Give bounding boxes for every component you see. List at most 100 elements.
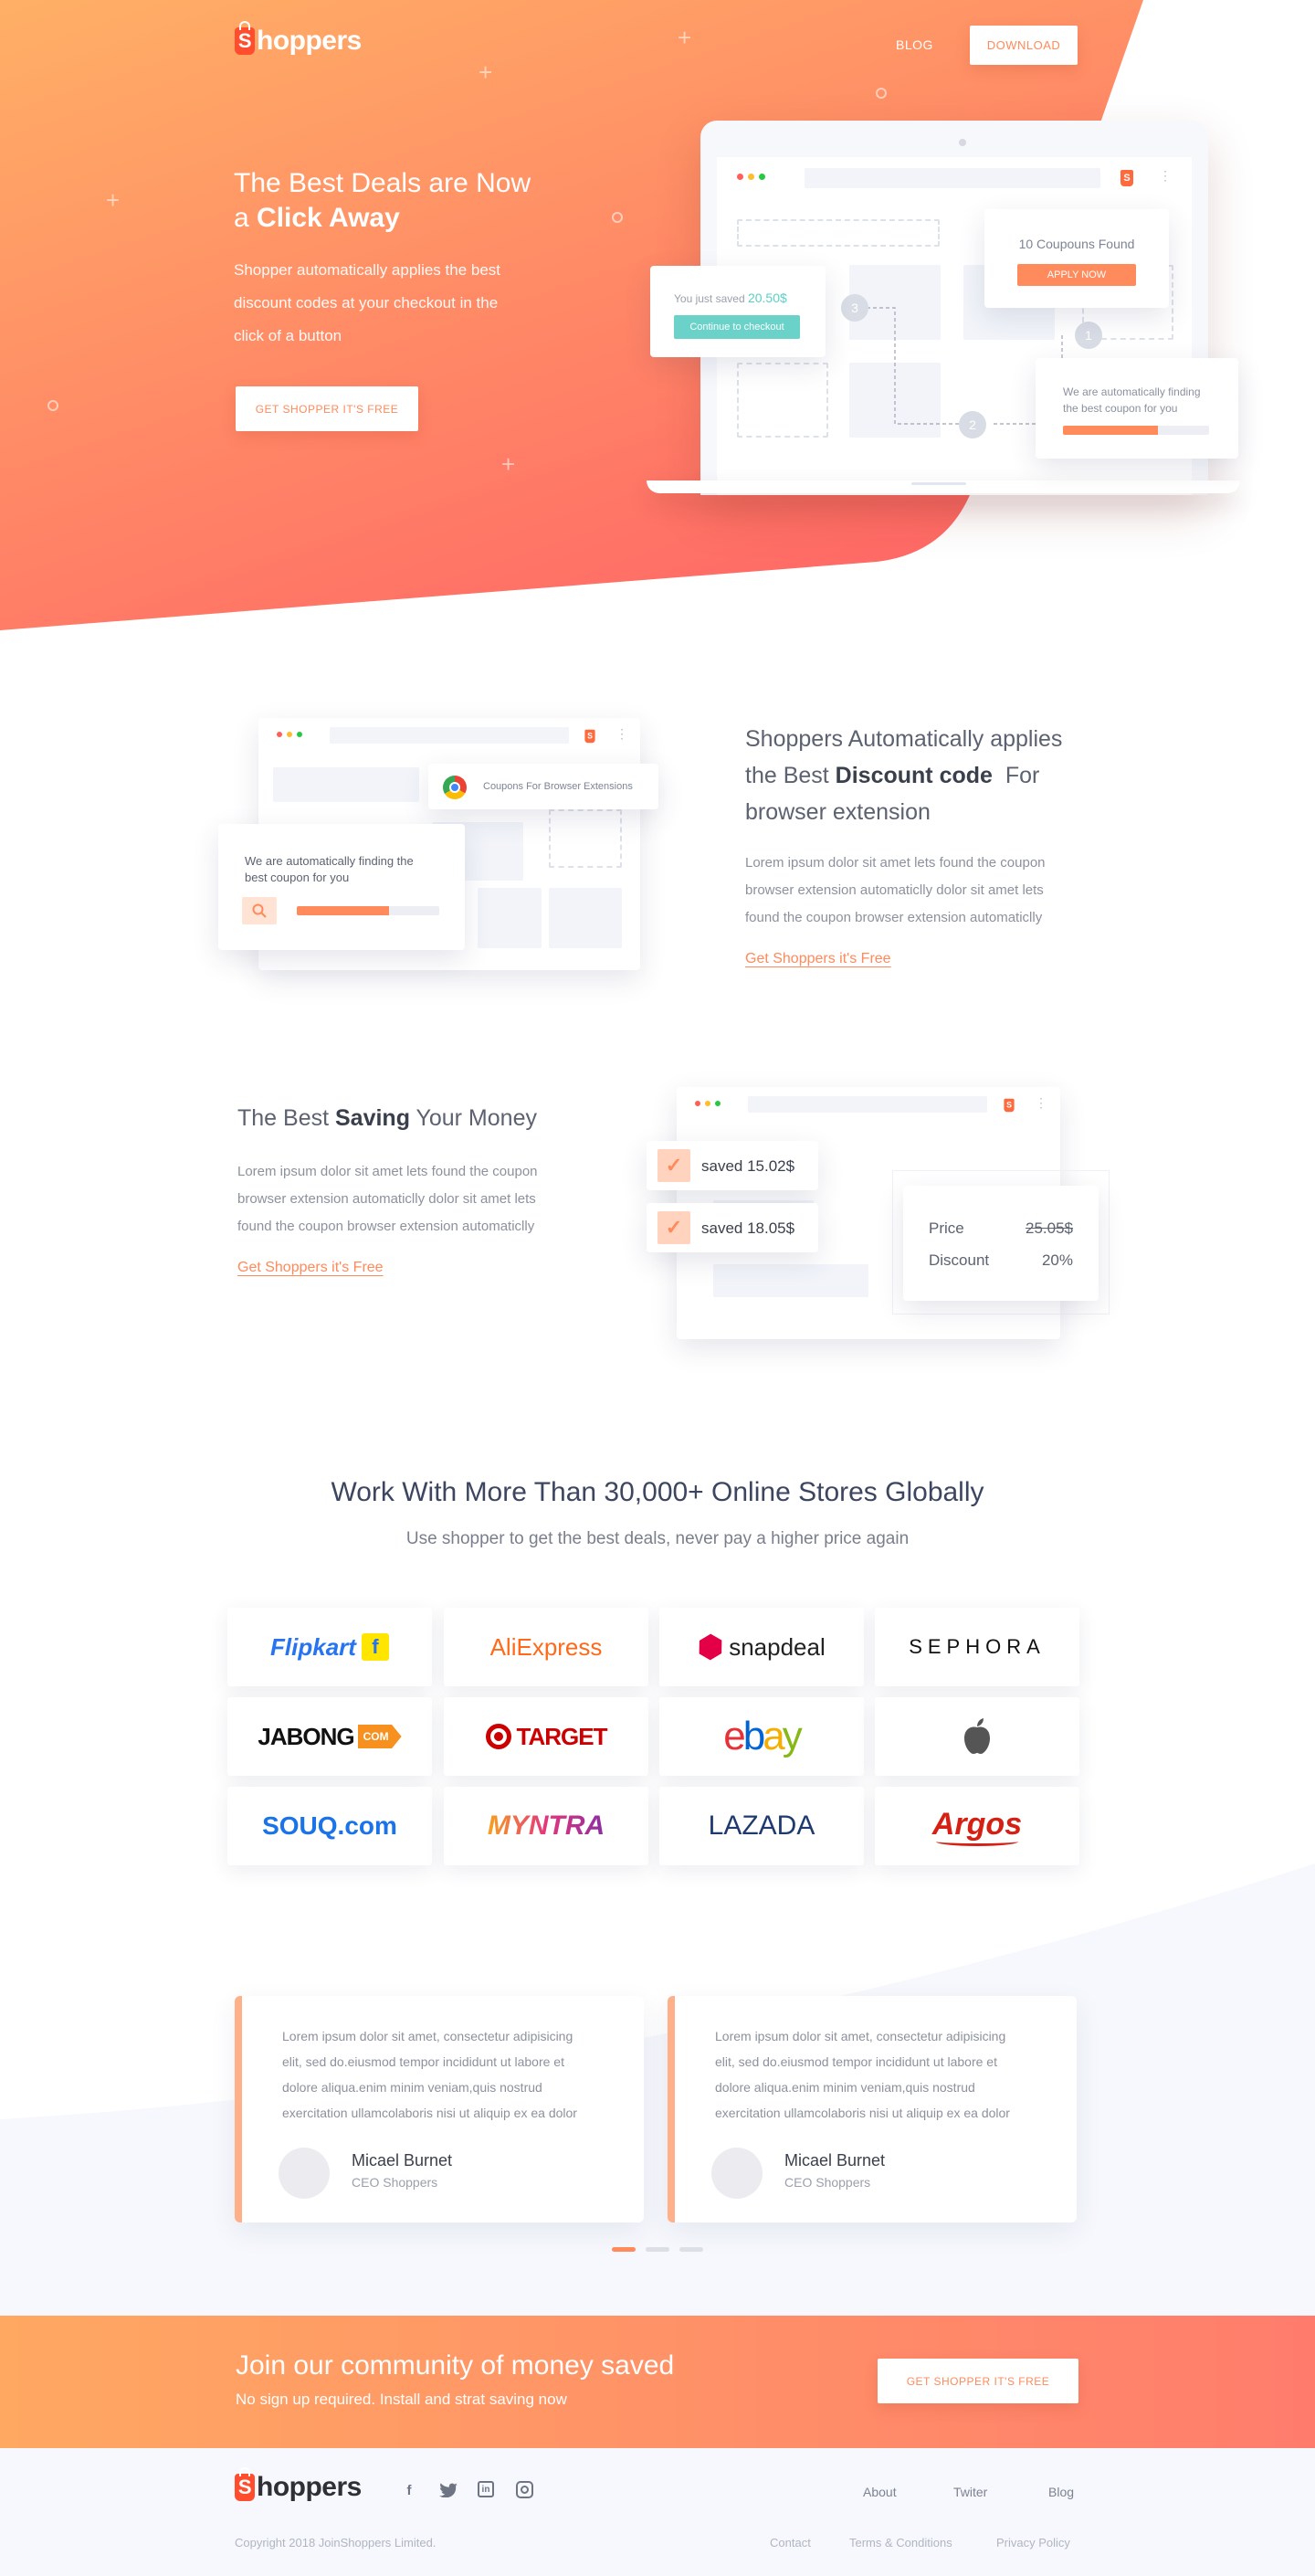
address-bar[interactable]: [330, 727, 569, 744]
placeholder-box: [713, 1264, 868, 1297]
snapdeal-icon: [693, 1630, 728, 1664]
feature2-title: The Best Saving Your Money: [237, 1105, 537, 1131]
twitter-icon[interactable]: [439, 2481, 458, 2499]
plus-decoration: +: [106, 186, 121, 214]
saved-chip-2: ✓ saved 18.05$: [647, 1203, 818, 1252]
placeholder-box: [549, 888, 622, 948]
extension-label: Coupons For Browser Extensions: [483, 781, 633, 792]
cta-button[interactable]: GET SHOPPER IT'S FREE: [878, 2359, 1078, 2403]
apple-logo-icon: [964, 1718, 990, 1754]
carousel-dot[interactable]: [646, 2247, 669, 2252]
hero-title: The Best Deals are Now a Click Away: [234, 168, 531, 233]
cta-title: Join our community of money saved: [236, 2350, 675, 2381]
finding-coupon-popup: We are automatically finding the best co…: [1036, 358, 1238, 459]
page: + + + + S hoppers BLOG DOWNLOAD The Best…: [0, 0, 1315, 2576]
address-bar[interactable]: [748, 1096, 987, 1113]
logo[interactable]: S hoppers: [235, 21, 362, 57]
testimonial-card: Lorem ipsum dolor sit amet, consectetur …: [668, 1996, 1077, 2222]
footer: S hoppers f in About Twiter Blog Copyrig…: [0, 2448, 1315, 2576]
store-flipkart[interactable]: Flipkart f: [227, 1608, 432, 1686]
testimonial-name: Micael Burnet: [784, 2151, 886, 2170]
testimonial-text: Lorem ipsum dolor sit amet, consectetur …: [715, 2029, 1010, 2120]
nav-blog-link[interactable]: BLOG: [896, 37, 933, 52]
saved-popup: You just saved 20.50$ Continue to checko…: [650, 266, 826, 357]
cta-banner: Join our community of money saved No sig…: [0, 2316, 1315, 2448]
placeholder-box: [273, 767, 419, 802]
carousel-dot-active[interactable]: [612, 2247, 636, 2252]
feature2-link[interactable]: Get Shoppers it's Free: [237, 1260, 384, 1276]
facebook-icon[interactable]: f: [400, 2481, 418, 2499]
footer-link-twitter[interactable]: Twiter: [953, 2485, 987, 2499]
flipkart-bag-icon: f: [361, 1633, 389, 1661]
store-lazada[interactable]: LAZADA: [659, 1787, 864, 1865]
testimonials-background: [0, 1863, 1315, 2320]
footer-link-blog[interactable]: Blog: [1048, 2485, 1074, 2499]
store-myntra[interactable]: MYNTRA: [444, 1787, 648, 1865]
check-icon: ✓: [658, 1211, 690, 1244]
window-controls: [695, 1101, 721, 1106]
saved-chip-1: ✓ saved 15.02$: [647, 1141, 818, 1190]
cta-subtitle: No sign up required. Install and strat s…: [236, 2391, 567, 2408]
testimonial-text: Lorem ipsum dolor sit amet, consectetur …: [282, 2029, 577, 2120]
extension-popup: Coupons For Browser Extensions: [428, 764, 658, 809]
shopping-bag-icon: S: [235, 2467, 255, 2501]
stores-title: Work With More Than 30,000+ Online Store…: [331, 1477, 984, 1507]
price-value: 25.05$: [1026, 1219, 1073, 1237]
footer-link-contact[interactable]: Contact: [770, 2536, 811, 2550]
download-button[interactable]: DOWNLOAD: [970, 26, 1078, 65]
footer-link-about[interactable]: About: [863, 2485, 897, 2499]
store-snapdeal[interactable]: snapdeal: [659, 1608, 864, 1686]
feature1-description: Lorem ipsum dolor sit amet lets found th…: [745, 855, 1046, 925]
check-icon: ✓: [658, 1149, 690, 1182]
instagram-icon[interactable]: [516, 2481, 533, 2498]
feature1-link[interactable]: Get Shoppers it's Free: [745, 951, 891, 967]
footer-link-privacy[interactable]: Privacy Policy: [996, 2536, 1070, 2550]
store-sephora[interactable]: SEPHORA: [875, 1608, 1079, 1686]
coupons-found-text: 10 Coupouns Found: [1018, 237, 1135, 251]
footer-link-terms[interactable]: Terms & Conditions: [849, 2536, 952, 2550]
laptop-camera: [959, 139, 966, 146]
discount-label: Discount: [929, 1251, 990, 1269]
store-ebay[interactable]: ebay: [659, 1697, 864, 1776]
placeholder-box: [478, 888, 542, 948]
ring-decoration: [876, 88, 887, 99]
store-target[interactable]: TARGET: [444, 1697, 648, 1776]
finding-progress-bar: [1063, 426, 1209, 435]
shopping-bag-icon: S: [235, 21, 255, 55]
store-aliexpress[interactable]: AliExpress: [444, 1608, 648, 1686]
step-2-marker: 2: [959, 411, 986, 438]
extension-icon[interactable]: S: [1004, 1098, 1015, 1113]
coupons-found-popup: 10 Coupouns Found APPLY NOW: [984, 209, 1169, 308]
carousel-dot[interactable]: [679, 2247, 703, 2252]
placeholder-box: [549, 809, 622, 868]
extension-icon[interactable]: S: [584, 729, 595, 744]
target-bullseye-icon: [485, 1724, 511, 1749]
search-icon: [242, 897, 277, 924]
logo-text: hoppers: [257, 26, 362, 56]
store-argos[interactable]: Argos: [875, 1787, 1079, 1865]
hero-description: Shopper automatically applies the best d…: [234, 261, 501, 344]
laptop-base: [647, 480, 1240, 493]
finding-progress-bar: [297, 906, 439, 915]
testimonial-role: CEO Shoppers: [784, 2175, 871, 2190]
plus-decoration: +: [678, 24, 692, 51]
feature2-description: Lorem ipsum dolor sit amet lets found th…: [237, 1164, 538, 1234]
price-label: Price: [929, 1219, 964, 1237]
menu-icon[interactable]: ⋮: [1035, 1096, 1047, 1109]
linkedin-icon[interactable]: in: [478, 2481, 494, 2497]
continue-checkout-button[interactable]: Continue to checkout: [674, 315, 800, 339]
menu-icon[interactable]: ⋮: [615, 727, 628, 740]
hero-cta-button[interactable]: GET SHOPPER IT'S FREE: [236, 386, 418, 431]
finding-text: We are automatically finding the best co…: [245, 854, 414, 884]
step-3-marker: 3: [841, 294, 868, 322]
store-souq[interactable]: SOUQ.com: [227, 1787, 432, 1865]
logo-text: hoppers: [257, 2472, 362, 2502]
footer-logo[interactable]: S hoppers: [235, 2467, 362, 2503]
store-jabong[interactable]: JABONG COM: [227, 1697, 432, 1776]
testimonial-card: Lorem ipsum dolor sit amet, consectetur …: [235, 1996, 644, 2222]
discount-value: 20%: [1041, 1251, 1073, 1269]
chrome-icon: [443, 776, 467, 799]
testimonial-name: Micael Burnet: [352, 2151, 453, 2170]
apply-now-button[interactable]: APPLY NOW: [1017, 264, 1136, 286]
store-apple[interactable]: [875, 1697, 1079, 1776]
